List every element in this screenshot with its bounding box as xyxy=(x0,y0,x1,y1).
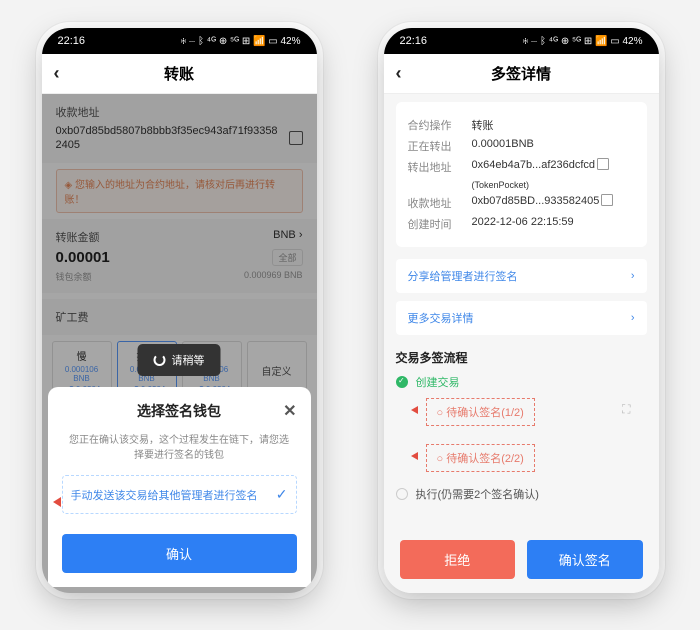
op-value: 转账 xyxy=(472,117,635,133)
manual-send-option[interactable]: 手动发送该交易给其他管理者进行签名 ✓ xyxy=(62,475,297,514)
reject-button[interactable]: 拒绝 xyxy=(400,540,516,579)
back-icon[interactable]: ‹ xyxy=(54,63,60,84)
page-title: 转账 xyxy=(164,63,194,84)
back-icon[interactable]: ‹ xyxy=(396,63,402,84)
navbar: ‹ 转账 xyxy=(42,54,317,94)
navbar: ‹ 多签详情 xyxy=(384,54,659,94)
from-address-sub: (TokenPocket) xyxy=(472,180,635,190)
check-dot-icon xyxy=(396,376,408,388)
status-time: 22:16 xyxy=(58,35,177,47)
wallet-sheet: 选择签名钱包 ✕ 您正在确认该交易，这个过程发生在链下，请您选择要进行签名的钱包… xyxy=(48,387,311,587)
confirm-button[interactable]: 确认 xyxy=(62,534,297,573)
more-details-link[interactable]: 更多交易详情› xyxy=(396,301,647,335)
modal-overlay: 请稍等 选择签名钱包 ✕ 您正在确认该交易，这个过程发生在链下，请您选择要进行签… xyxy=(42,94,317,593)
flow-title: 交易多签流程 xyxy=(396,349,647,366)
expand-icon[interactable]: ⛶ xyxy=(622,402,630,417)
chevron-right-icon: › xyxy=(631,312,635,324)
loading-toast: 请稍等 xyxy=(138,344,221,376)
amount-value: 0.00001BNB xyxy=(472,138,635,150)
spinner-icon xyxy=(154,354,166,366)
status-bar: 22:16 ✻ ⋯ ᛒ ⁴ᴳ ⊕ ⁵ᴳ ⊞ 📶 ▭ 42% xyxy=(42,28,317,54)
close-icon[interactable]: ✕ xyxy=(283,401,296,421)
action-buttons: 拒绝 确认签名 xyxy=(384,526,659,593)
highlight-arrow-icon xyxy=(53,497,61,507)
check-icon: ✓ xyxy=(276,486,288,503)
sheet-title: 选择签名钱包 ✕ xyxy=(62,401,297,421)
pending-sig-1[interactable]: ○ 待确认签名(1/2) xyxy=(426,398,535,426)
copy-icon[interactable] xyxy=(603,196,613,206)
step-create: 创建交易 xyxy=(396,374,647,390)
chevron-right-icon: › xyxy=(631,270,635,282)
step-execute: 执行(仍需要2个签名确认) xyxy=(396,486,647,502)
status-time: 22:16 xyxy=(400,35,519,47)
signature-flow: 交易多签流程 创建交易 ○ 待确认签名(1/2) ⛶ ○ 待确认签名(2/2) … xyxy=(396,349,647,508)
share-link[interactable]: 分享给管理者进行签名› xyxy=(396,259,647,293)
status-icons: ✻ ⋯ ᛒ ⁴ᴳ ⊕ ⁵ᴳ ⊞ 📶 ▭ 42% xyxy=(180,36,300,47)
page-title: 多签详情 xyxy=(491,63,551,84)
empty-dot-icon xyxy=(396,488,408,500)
transfer-content: 收款地址 0xb07d85bd5807b8bbb3f35ec943af71f93… xyxy=(42,94,317,593)
status-icons: ✻ ⋯ ᛒ ⁴ᴳ ⊕ ⁵ᴳ ⊞ 📶 ▭ 42% xyxy=(522,36,642,47)
copy-icon[interactable] xyxy=(599,160,609,170)
sign-button[interactable]: 确认签名 xyxy=(527,540,643,579)
to-address: 0xb07d85BD...933582405 xyxy=(472,195,635,207)
highlight-arrow-icon xyxy=(411,406,418,414)
highlight-arrow-icon xyxy=(411,452,418,460)
detail-card: 合约操作转账 正在转出0.00001BNB 转出地址0x64eb4a7b...a… xyxy=(396,102,647,247)
create-time: 2022-12-06 22:15:59 xyxy=(472,216,635,228)
phone-multisig-detail: 22:16 ✻ ⋯ ᛒ ⁴ᴳ ⊕ ⁵ᴳ ⊞ 📶 ▭ 42% ‹ 多签详情 合约操… xyxy=(384,28,659,593)
status-bar: 22:16 ✻ ⋯ ᛒ ⁴ᴳ ⊕ ⁵ᴳ ⊞ 📶 ▭ 42% xyxy=(384,28,659,54)
detail-content: 合约操作转账 正在转出0.00001BNB 转出地址0x64eb4a7b...a… xyxy=(384,94,659,593)
pending-sig-2[interactable]: ○ 待确认签名(2/2) xyxy=(426,444,535,472)
from-address: 0x64eb4a7b...af236dcfcd xyxy=(472,159,635,171)
phone-transfer: 22:16 ✻ ⋯ ᛒ ⁴ᴳ ⊕ ⁵ᴳ ⊞ 📶 ▭ 42% ‹ 转账 收款地址 … xyxy=(42,28,317,593)
sheet-description: 您正在确认该交易，这个过程发生在链下，请您选择要进行签名的钱包 xyxy=(66,433,293,463)
